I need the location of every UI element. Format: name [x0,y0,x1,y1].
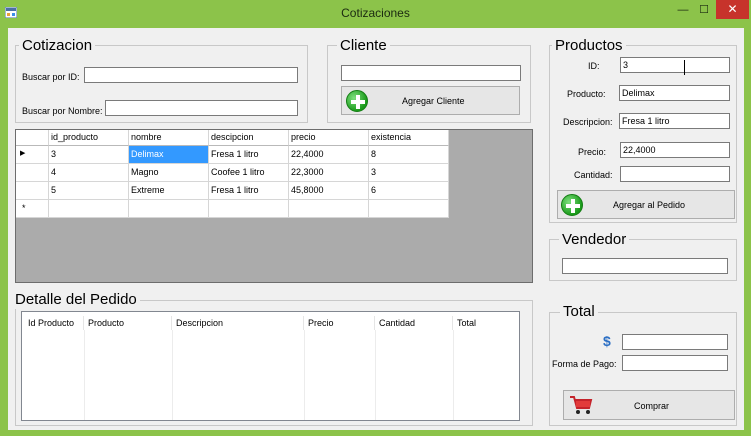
grid-cell[interactable] [369,200,449,218]
detalle-column-header[interactable]: Precio [304,316,375,330]
grid-column-header[interactable]: precio [289,130,369,146]
grid-cell[interactable]: 6 [369,182,449,200]
agregar-pedido-button[interactable]: Agregar al Pedido [557,190,735,219]
detalle-list[interactable]: Id Producto Producto Descripcion Precio … [21,311,520,421]
row-header-current[interactable]: ▶ [16,146,49,164]
precio-input[interactable]: 22,4000 [620,142,730,158]
grid-cell[interactable]: Fresa 1 litro [209,182,289,200]
grid-column-header[interactable]: id_producto [49,130,129,146]
id-label: ID: [588,61,600,71]
grid-cell[interactable] [209,200,289,218]
grid-cell[interactable]: Extreme [129,182,209,200]
cliente-input[interactable] [341,65,521,81]
row-header[interactable] [16,182,49,200]
cantidad-input[interactable] [620,166,730,182]
productos-title: Productos [552,37,626,55]
buscar-nombre-input[interactable] [105,100,298,116]
grid-column-header[interactable]: descipcion [209,130,289,146]
forma-pago-input[interactable] [622,355,728,371]
close-button[interactable]: ✕ [716,0,749,19]
grid-corner-header [16,130,49,146]
row-header[interactable] [16,164,49,182]
column-divider [453,330,454,420]
minimize-button[interactable]: — [676,2,690,18]
vendedor-title: Vendedor [559,231,630,249]
detalle-column-header[interactable]: Cantidad [375,316,453,330]
agregar-pedido-label: Agregar al Pedido [613,200,686,210]
column-divider [172,330,173,420]
agregar-cliente-button[interactable]: Agregar Cliente [341,86,520,115]
maximize-button[interactable]: ☐ [697,2,711,18]
productos-grid[interactable]: id_producto nombre descipcion precio exi… [15,129,533,283]
grid-cell[interactable]: 3 [369,164,449,182]
comprar-button[interactable]: Comprar [563,390,735,420]
grid-column-header[interactable]: nombre [129,130,209,146]
grid-cell[interactable]: 3 [49,146,129,164]
grid-column-header[interactable]: existencia [369,130,449,146]
column-divider [304,330,305,420]
grid-cell[interactable]: 5 [49,182,129,200]
total-input[interactable] [622,334,728,350]
window-title: Cotizaciones [341,6,410,20]
comprar-label: Comprar [634,401,670,411]
producto-input[interactable]: Delimax [619,85,730,101]
grid-cell[interactable]: 22,3000 [289,164,369,182]
cliente-title: Cliente [337,37,390,55]
grid-cell[interactable]: 45,8000 [289,182,369,200]
grid-cell[interactable]: 4 [49,164,129,182]
grid-cell[interactable]: Fresa 1 litro [209,146,289,164]
cantidad-label: Cantidad: [574,170,613,180]
grid-cell[interactable]: Coofee 1 litro [209,164,289,182]
producto-label: Producto: [567,89,606,99]
detalle-column-header[interactable]: Producto [84,316,172,330]
column-divider [84,330,85,420]
grid-cell[interactable] [289,200,369,218]
grid-cell[interactable]: 22,4000 [289,146,369,164]
add-plus-icon [346,90,368,112]
add-plus-icon [561,194,583,216]
id-input[interactable]: 3 [620,57,730,73]
precio-label: Precio: [578,147,607,157]
grid-cell[interactable]: 8 [369,146,449,164]
agregar-cliente-label: Agregar Cliente [402,96,465,106]
grid-cell[interactable]: Magno [129,164,209,182]
detalle-column-header[interactable]: Total [453,316,513,330]
grid-cell[interactable] [129,200,209,218]
buscar-nombre-label: Buscar por Nombre: [22,106,103,116]
total-title: Total [560,303,598,321]
buscar-id-label: Buscar por ID: [22,72,80,82]
forma-pago-label: Forma de Pago: [552,359,617,369]
detalle-column-header[interactable]: Descripcion [172,316,304,330]
detalle-title: Detalle del Pedido [12,291,140,309]
buscar-id-input[interactable] [84,67,298,83]
shopping-cart-icon [570,396,593,414]
cotizacion-title: Cotizacion [19,37,96,55]
descripcion-label: Descripcion: [563,117,613,127]
column-divider [375,330,376,420]
grid-cell[interactable] [49,200,129,218]
row-header-new[interactable]: * [16,200,49,218]
detalle-column-header[interactable]: Id Producto [24,316,84,330]
dollar-icon: $ [603,333,611,349]
vendedor-input[interactable] [562,258,728,274]
grid-cell-selected[interactable]: Delimax [129,146,209,164]
descripcion-input[interactable]: Fresa 1 litro [619,113,730,129]
text-cursor-icon [684,60,690,75]
